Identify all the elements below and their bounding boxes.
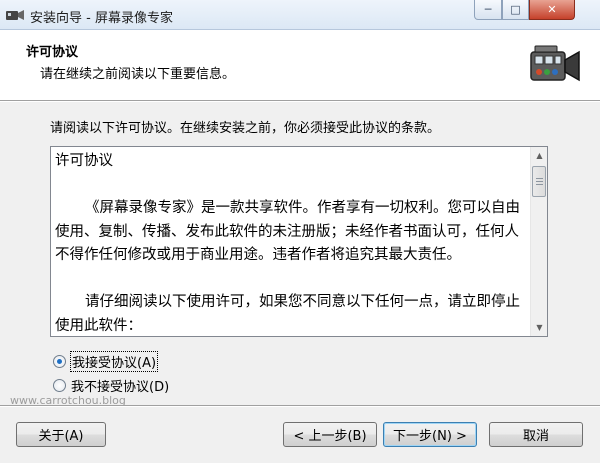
about-button[interactable]: 关于(A): [16, 422, 106, 447]
scroll-thumb[interactable]: [532, 166, 546, 197]
license-paragraph: 《屏幕录像专家》是一款共享软件。作者享有一切权利。您可以自由使用、复制、传播、发…: [55, 200, 520, 263]
minimize-button[interactable]: ─: [474, 0, 502, 20]
arrow-down-icon: ▼: [536, 323, 543, 332]
footer-divider: [0, 405, 600, 407]
page-title: 许可协议: [26, 45, 79, 60]
minimize-icon: ─: [484, 3, 492, 16]
page-subtitle: 请在继续之前阅读以下重要信息。: [40, 67, 236, 82]
back-button[interactable]: < 上一步(B): [283, 422, 377, 447]
maximize-button[interactable]: □: [502, 0, 529, 20]
wizard-body: 请阅读以下许可协议。在继续安装之前，你必须接受此协议的条款。 许可协议 《屏幕录…: [0, 102, 600, 402]
cancel-button[interactable]: 取消: [489, 422, 583, 447]
accept-label[interactable]: 我接受协议(A): [69, 351, 159, 372]
license-text: 许可协议 《屏幕录像专家》是一款共享软件。作者享有一切权利。您可以自由使用、复制…: [55, 150, 527, 336]
next-button[interactable]: 下一步(N) >: [383, 422, 477, 447]
decline-label[interactable]: 我不接受协议(D): [71, 376, 169, 395]
scroll-down-button[interactable]: ▼: [531, 319, 547, 336]
close-button[interactable]: ✕: [529, 0, 575, 20]
decline-option[interactable]: 我不接受协议(D): [53, 376, 169, 395]
maximize-icon: □: [510, 3, 521, 16]
arrow-up-icon: ▲: [536, 151, 543, 160]
license-title: 许可协议: [55, 153, 113, 169]
accept-radio[interactable]: [53, 355, 66, 368]
license-intro-text: 请阅读以下许可协议。在继续安装之前，你必须接受此协议的条款。: [50, 121, 441, 136]
scroll-up-button[interactable]: ▲: [531, 147, 547, 164]
license-paragraph: 请仔细阅读以下使用许可，如果您不同意以下任何一点，请立即停止使用此软件：: [55, 294, 520, 334]
window-title: 安装向导 - 屏幕录像专家: [30, 11, 173, 26]
wizard-header: 许可协议 请在继续之前阅读以下重要信息。: [0, 30, 600, 101]
camcorder-icon: [530, 45, 580, 82]
close-icon: ✕: [547, 3, 557, 16]
accept-option[interactable]: 我接受协议(A): [53, 351, 159, 372]
license-scrollbar[interactable]: ▲ ▼: [530, 147, 547, 336]
button-bar: 关于(A) < 上一步(B) 下一步(N) > 取消: [0, 402, 600, 463]
title-bar: 安装向导 - 屏幕录像专家 ─ □ ✕: [0, 0, 600, 30]
decline-radio[interactable]: [53, 379, 66, 392]
app-icon: [6, 10, 24, 20]
license-textbox[interactable]: 许可协议 《屏幕录像专家》是一款共享软件。作者享有一切权利。您可以自由使用、复制…: [50, 146, 548, 337]
